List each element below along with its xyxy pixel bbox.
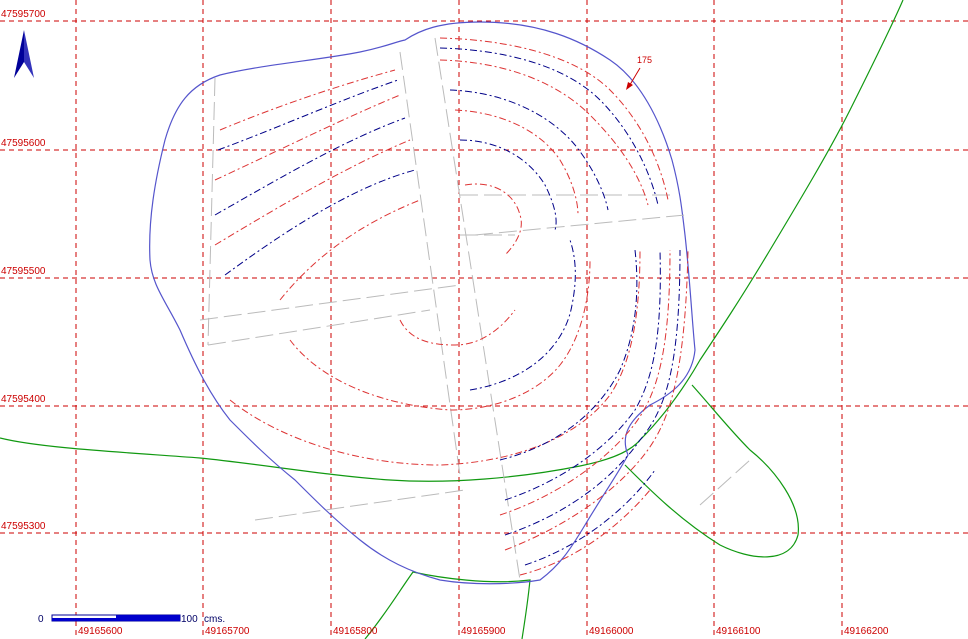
contour-line xyxy=(469,239,576,391)
x-tick-label: 49165600 xyxy=(78,626,123,637)
north-arrow-icon xyxy=(14,30,34,78)
contour-line xyxy=(279,199,421,301)
site-map: 175 47595700 47595600 47595500 47595400 … xyxy=(0,0,968,639)
contour-line xyxy=(504,249,689,551)
road-loop xyxy=(624,384,799,558)
path-segment xyxy=(699,459,751,506)
y-tick-label: 47595500 xyxy=(1,266,46,277)
y-tick-label: 47595700 xyxy=(1,9,46,20)
road-west-east xyxy=(0,437,641,482)
y-tick-label: 47595400 xyxy=(1,394,46,405)
scale-bar-fill xyxy=(116,615,180,621)
x-tick-label: 49166200 xyxy=(844,626,889,637)
contour-line xyxy=(214,94,401,181)
path-segment xyxy=(254,489,466,521)
scale-unit-label: cms. xyxy=(204,614,225,625)
contour-line xyxy=(454,109,579,216)
scale-bar-fill xyxy=(52,618,116,621)
access-paths xyxy=(199,37,751,581)
x-tick-label: 49165900 xyxy=(461,626,506,637)
contour-line xyxy=(224,169,416,276)
site-boundary xyxy=(149,21,696,585)
roads xyxy=(0,0,904,639)
x-axis-labels: 49165600 49165700 49165800 49165900 4916… xyxy=(78,626,889,637)
y-tick-label: 47595300 xyxy=(1,521,46,532)
contour-line xyxy=(229,249,641,466)
contour-line xyxy=(217,79,399,151)
arrowhead-icon xyxy=(626,82,633,90)
contour-line xyxy=(214,139,411,246)
path-segment xyxy=(207,309,431,346)
scale-start-label: 0 xyxy=(38,614,44,625)
scale-end-label: 100 xyxy=(181,614,198,625)
scale-bar: 0 100 cms. xyxy=(38,614,225,625)
contour-line xyxy=(504,249,661,501)
path-segment xyxy=(207,77,216,346)
contour-line xyxy=(219,69,396,131)
contour-annotation: 175 xyxy=(626,55,652,90)
contour-line xyxy=(289,259,591,411)
contour-line xyxy=(459,139,557,231)
contour-line xyxy=(449,89,609,211)
y-axis-labels: 47595700 47595600 47595500 47595400 4759… xyxy=(1,9,46,532)
contour-line xyxy=(439,59,649,206)
y-tick-label: 47595600 xyxy=(1,138,46,149)
x-tick-label: 49166000 xyxy=(589,626,634,637)
grid xyxy=(0,0,968,639)
road-northeast xyxy=(639,0,904,441)
contours-red xyxy=(214,37,689,576)
path-segment xyxy=(474,214,686,236)
x-tick-label: 49165700 xyxy=(205,626,250,637)
x-tick-label: 49165800 xyxy=(333,626,378,637)
contour-label: 175 xyxy=(637,55,652,65)
contour-line xyxy=(499,249,638,461)
x-tick-label: 49166100 xyxy=(716,626,761,637)
path-segment xyxy=(199,284,461,321)
path-segment xyxy=(399,51,461,476)
path-segment xyxy=(434,37,521,581)
contour-line xyxy=(399,309,516,346)
contour-line xyxy=(439,47,659,206)
contours-blue xyxy=(214,47,681,566)
